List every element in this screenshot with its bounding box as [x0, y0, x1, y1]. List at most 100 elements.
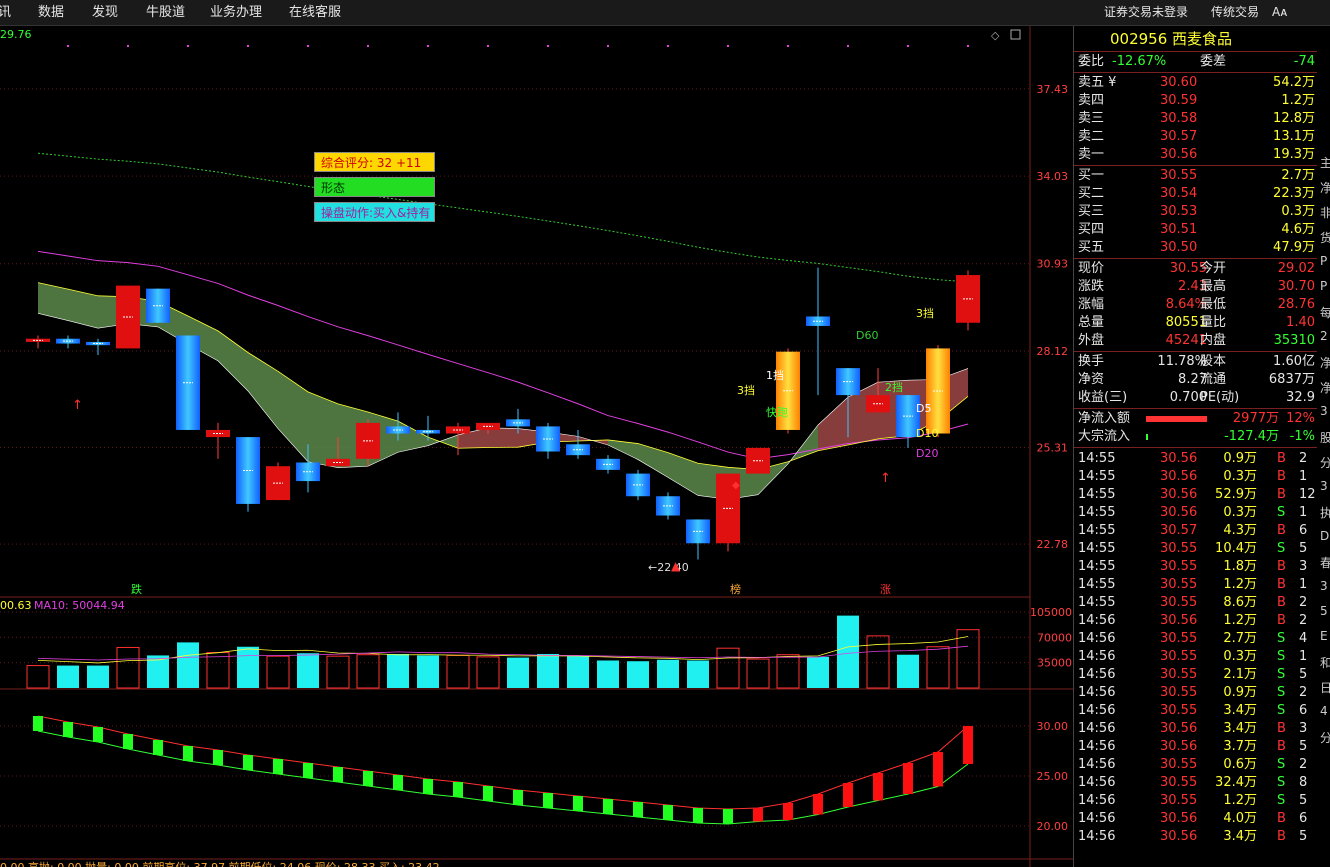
indicator-bar — [573, 796, 583, 811]
tick-side: S — [1277, 685, 1286, 700]
menu-right-2[interactable]: Aᴀ — [1272, 0, 1287, 25]
indicator-bar — [33, 716, 43, 731]
quote-value-2: 35310 — [1273, 333, 1315, 348]
kline-chart[interactable]: 37.43 34.03 30.93 28.12 25.31 22.78 29.76 ◇ ←22.… — [0, 26, 1073, 867]
tick-time: 14:55 — [1078, 595, 1116, 610]
ask-label: 卖一 — [1078, 147, 1105, 162]
tick-row: 14:56 30.55 3.4万 S 6 — [1074, 702, 1317, 720]
indicator-bar — [903, 763, 913, 794]
stock-name: 西麦食品 — [1172, 30, 1233, 48]
tick-price: 30.55 — [1160, 667, 1198, 682]
vol-axis-label: 105000 — [1030, 606, 1072, 619]
ask-row-0: 卖五 ¥ 30.60 54.2万 — [1074, 74, 1317, 92]
strip-char: 执 — [1320, 506, 1330, 520]
volume-bar — [116, 646, 140, 689]
tick-row: 14:55 30.55 10.4万 S 5 — [1074, 540, 1317, 558]
fund-row-0: 换手 11.78% 股本 1.60亿 — [1074, 353, 1317, 371]
volume-bar — [87, 665, 109, 688]
tick-price: 30.56 — [1160, 739, 1198, 754]
tick-vol: 1.2万 — [1223, 577, 1257, 592]
menu-item-2[interactable]: 发现 — [92, 0, 118, 25]
quote-row-2: 涨幅 8.64% 最低 28.76 — [1074, 296, 1317, 314]
indicator-bar — [423, 779, 433, 794]
diamond-icon: ◇ — [991, 29, 1000, 42]
price-axis-label: 34.03 — [1037, 170, 1069, 183]
tick-count: 5 — [1299, 667, 1308, 682]
d20-label: D20 — [916, 447, 938, 460]
volume-bar — [356, 654, 380, 689]
quote-label: 总量 — [1078, 315, 1105, 330]
strip-char: 每 — [1320, 306, 1330, 320]
volume-bar — [687, 660, 709, 688]
buy-arrow-icon: ↑ — [72, 398, 83, 413]
indicator-bar — [753, 808, 763, 822]
menu-item-4[interactable]: 业务办理 — [210, 0, 262, 25]
tick-price: 30.55 — [1160, 685, 1198, 700]
menu-item-0[interactable]: 讯 — [0, 0, 11, 25]
fund-row-2: 收益(三) 0.700 PE(动) 32.9 — [1074, 389, 1317, 407]
strip-char: 净 — [1320, 181, 1330, 195]
menu-right-0[interactable]: 证券交易未登录 — [1104, 0, 1188, 25]
vol-axis-label: 70000 — [1037, 631, 1072, 644]
menu-item-3[interactable]: 牛股道 — [146, 0, 185, 25]
indicator-bar — [363, 771, 373, 786]
quote-row-1: 涨跌 2.43 最高 30.70 — [1074, 278, 1317, 296]
volume-bar — [597, 660, 619, 688]
bid-price: 30.55 — [1160, 168, 1198, 183]
volume-bar — [807, 656, 829, 688]
tick-vol: 8.6万 — [1223, 595, 1257, 610]
tick-count: 2 — [1299, 757, 1308, 772]
indicator-bar — [963, 726, 973, 764]
tick-time: 14:55 — [1078, 523, 1116, 538]
d60-label: D60 — [856, 329, 878, 342]
tick-row: 14:56 30.55 1.2万 S 5 — [1074, 792, 1317, 810]
ask-vol: 12.8万 — [1273, 111, 1315, 126]
strip-char: 3 — [1320, 404, 1328, 418]
tick-price: 30.57 — [1160, 523, 1198, 538]
tick-price: 30.56 — [1160, 505, 1198, 520]
strip-char: 日 — [1320, 681, 1330, 695]
tick-count: 4 — [1299, 631, 1308, 646]
volume-bar — [926, 646, 950, 689]
volume-bar — [866, 635, 890, 689]
volume-bar — [716, 647, 740, 689]
tick-count: 2 — [1299, 595, 1308, 610]
tick-count: 3 — [1299, 721, 1308, 736]
menu-item-5[interactable]: 在线客服 — [289, 0, 341, 25]
tick-time: 14:56 — [1078, 775, 1116, 790]
signal-dot — [607, 45, 609, 47]
tick-vol: 0.3万 — [1223, 649, 1257, 664]
strip-char: P — [1320, 254, 1328, 268]
indicator-bar — [693, 808, 703, 823]
bid-price: 30.51 — [1160, 222, 1198, 237]
bang-label: 榜 — [730, 582, 741, 596]
tick-price: 30.55 — [1160, 703, 1198, 718]
chart-canvas[interactable]: 37.43 34.03 30.93 28.12 25.31 22.78 29.76 ◇ ←22.… — [0, 26, 1073, 867]
menu-right-1[interactable]: 传统交易 — [1211, 0, 1259, 25]
menu-item-1[interactable]: 数据 — [38, 0, 64, 25]
tick-price: 30.56 — [1160, 613, 1198, 628]
tick-count: 1 — [1299, 469, 1308, 484]
indicator-bar — [303, 763, 313, 778]
zhang-label: 涨 — [880, 583, 891, 596]
indicator-bar — [483, 786, 493, 801]
strip-char: 主 — [1320, 156, 1330, 170]
ribbon-segment — [278, 371, 308, 462]
volume-pane: 00.63 MA10: 50044.94 105000 70000 35000 — [0, 599, 1072, 689]
strip-char: 货 — [1320, 231, 1330, 245]
vol-axis-label: 35000 — [1037, 657, 1072, 670]
indicator-pane: 30.00 25.00 20.00 — [0, 715, 1068, 833]
tick-row: 14:56 30.56 3.4万 B 5 — [1074, 828, 1317, 846]
tick-row: 14:56 30.55 0.9万 S 2 — [1074, 684, 1317, 702]
tick-count: 12 — [1299, 487, 1316, 502]
quote-label-2: 量比 — [1200, 315, 1227, 330]
tick-side: S — [1277, 667, 1286, 682]
quote-panel: 002956 西麦食品 委比 -12.67% 委差 -74 卖五 ¥ 30.60 54.2万… — [1073, 26, 1317, 867]
tick-vol: 1.2万 — [1223, 613, 1257, 628]
dang1-label: 1挡 — [766, 368, 784, 382]
tick-vol: 4.3万 — [1223, 523, 1257, 538]
volume-bar — [476, 656, 500, 689]
tick-time: 14:56 — [1078, 721, 1116, 736]
price-axis-label: 22.78 — [1037, 538, 1069, 551]
price-pane: 37.43 34.03 30.93 28.12 25.31 22.78 29.76 ◇ ←22.… — [0, 28, 1068, 596]
